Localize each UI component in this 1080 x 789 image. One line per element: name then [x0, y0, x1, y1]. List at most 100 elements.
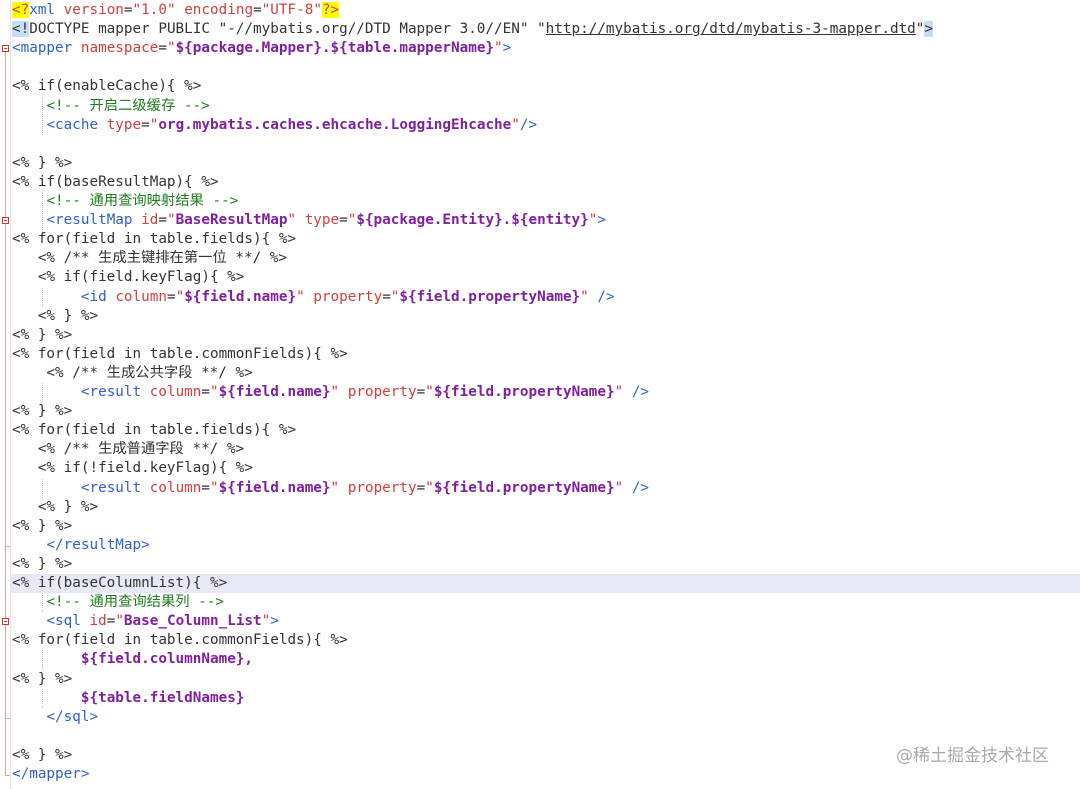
code-token: " [494, 40, 503, 57]
code-token: " [614, 479, 632, 496]
code-token: <cache [46, 116, 107, 133]
code-token: property [347, 384, 417, 400]
code-line[interactable]: <!DOCTYPE mapper PUBLIC "-//mybatis.org/… [12, 20, 934, 39]
code-line[interactable]: <% if(!field.keyFlag){ %> [12, 459, 253, 478]
code-token: " [330, 479, 348, 496]
code-line[interactable]: <% } %> [12, 746, 72, 765]
code-line[interactable]: <% } %> [12, 670, 72, 689]
code-line[interactable]: <% for(field in table.fields){ %> [12, 421, 296, 440]
code-token: " [425, 479, 434, 496]
code-line[interactable]: <result column="${field.name}" property=… [12, 479, 649, 498]
code-token: org.mybatis.caches.ehcache.LoggingEhcach… [158, 116, 512, 133]
code-token: ${field.propertyName} [433, 479, 615, 496]
code-line[interactable]: <% } %> [12, 555, 72, 574]
code-token: http://mybatis.org/dtd/mybatis-3-mapper.… [545, 21, 916, 38]
code-line[interactable]: ${field.columnName}, [12, 650, 253, 669]
code-token: /> [597, 288, 615, 305]
fold-toggle-icon[interactable] [2, 217, 9, 225]
code-line[interactable]: <% if(baseResultMap){ %> [12, 173, 219, 192]
code-line[interactable]: <id column="${field.name}" property="${f… [12, 288, 615, 307]
code-line[interactable]: <% for(field in table.commonFields){ %> [12, 631, 348, 650]
code-token: column [149, 384, 202, 400]
fold-range-end [5, 717, 10, 719]
code-token: " [614, 384, 632, 400]
code-line[interactable]: <% if(field.keyFlag){ %> [12, 268, 245, 287]
code-line[interactable]: <% for(field in table.fields){ %> [12, 230, 296, 249]
fold-range-end [5, 775, 10, 776]
code-token: /> [631, 384, 650, 400]
code-token: ${field.name} [218, 479, 331, 496]
code-line[interactable]: <cache type= "org.mybatis.caches.ehcache.… [12, 116, 537, 135]
code-token: <% /** 生成主键排在第一位 **/ %> [12, 250, 287, 267]
code-token: " [115, 613, 124, 630]
code-line[interactable]: <sql id="Base_Column_List"> [12, 612, 278, 631]
code-token: ${field.name} [184, 288, 297, 305]
code-token: " [425, 384, 434, 400]
code-line[interactable]: </mapper> [12, 765, 89, 784]
code-token: <% } %> [12, 746, 73, 763]
code-line[interactable]: <% } %> [12, 498, 98, 517]
code-line[interactable]: <% } %> [12, 517, 72, 536]
code-editor[interactable]: <?xml version="1.0" encoding="UTF-8"?> <!… [0, 0, 1080, 789]
code-line[interactable]: <% } %> [12, 326, 72, 345]
code-line[interactable]: ${table.fieldNames} [12, 689, 245, 708]
code-token: = [339, 212, 348, 229]
code-line[interactable]: <?xml version="1.0" encoding="UTF-8"?> [12, 1, 340, 20]
code-line[interactable]: <resultMap id="BaseResultMap" type="${pa… [12, 211, 606, 230]
code-line[interactable]: <% /** 生成普通字段 **/ %> [12, 440, 244, 459]
fold-toggle-icon[interactable] [2, 45, 9, 53]
code-token: <% if(field.keyFlag){ %> [12, 269, 245, 286]
fold-toggle-icon[interactable] [2, 618, 9, 626]
code-token: = [253, 2, 262, 18]
code-line[interactable]: <% /** 生成主键排在第一位 **/ %> [12, 249, 287, 268]
code-line[interactable]: <mapper namespace="${package.Mapper}.${t… [12, 39, 511, 58]
code-token: ${field.propertyName} [433, 384, 615, 400]
code-token: BaseResultMap [175, 212, 288, 229]
code-token: <resultMap [46, 212, 142, 229]
fold-range-end [5, 545, 10, 547]
code-token: id [89, 613, 107, 630]
code-line[interactable]: </resultMap> [12, 536, 150, 555]
code-line[interactable]: <% } %> [12, 402, 72, 421]
fold-range-line [5, 224, 6, 546]
code-token: = [201, 384, 211, 400]
indent-guide [42, 96, 43, 135]
code-token: <% if(enableCache){ %> [12, 78, 202, 95]
code-token: <!-- 通用查询映射结果 --> [46, 193, 239, 209]
code-line[interactable]: <% } %> [12, 307, 98, 326]
code-line[interactable]: <!-- 通用查询结果列 --> [12, 593, 224, 612]
code-token: </mapper> [12, 766, 90, 782]
code-token: > [924, 21, 934, 38]
code-token: <% } %> [12, 517, 73, 534]
code-line[interactable]: <result column="${field.name}" property=… [12, 383, 649, 402]
code-token: <% for(field in table.commonFields){ %> [12, 632, 348, 649]
code-token: id [141, 212, 159, 229]
code-token: <% for(field in table.fields){ %> [12, 231, 297, 248]
code-token: = [141, 116, 150, 133]
code-token: " [287, 212, 305, 229]
code-token: <% for(field in table.fields){ %> [12, 422, 297, 439]
code-line[interactable]: <% if(enableCache){ %> [12, 77, 201, 96]
code-token: type [304, 212, 340, 229]
code-token: = [123, 2, 133, 18]
indent-guide [42, 287, 43, 307]
code-token: </sql> [46, 708, 99, 725]
code-token: </resultMap> [46, 536, 150, 553]
code-line[interactable]: <% if(baseColumnList){ %> [11, 574, 1080, 593]
code-line[interactable]: </sql> [12, 708, 98, 727]
code-line[interactable]: <% } %> [12, 154, 72, 173]
code-line[interactable]: <% for(field in table.commonFields){ %> [12, 345, 348, 364]
code-line[interactable]: <!-- 通用查询映射结果 --> [12, 192, 238, 211]
code-token: <% } %> [12, 555, 73, 572]
code-token: type [106, 116, 142, 133]
code-line[interactable]: <% /** 生成公共字段 **/ %> [12, 364, 252, 383]
code-token: = [158, 212, 167, 229]
code-token: column [149, 479, 202, 496]
code-token: property [313, 288, 383, 305]
code-token: = [166, 288, 176, 305]
